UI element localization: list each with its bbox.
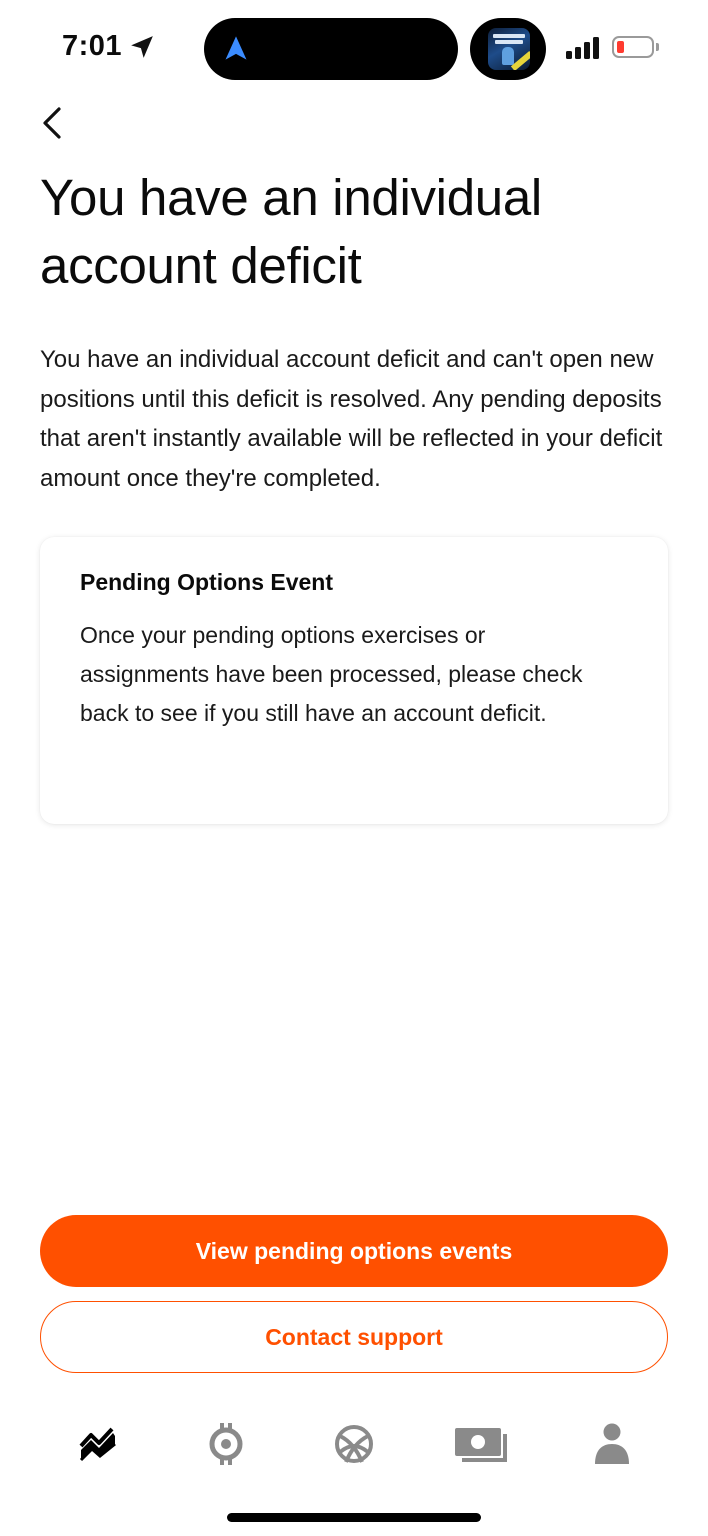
cash-card-icon <box>455 1428 507 1462</box>
tab-bar <box>0 1408 708 1480</box>
tab-investing[interactable] <box>62 1408 134 1480</box>
account-person-icon <box>595 1423 629 1464</box>
battery-low-icon <box>612 36 654 58</box>
status-bar: 7:01 <box>0 0 708 96</box>
tab-network[interactable] <box>318 1408 390 1480</box>
page-title: You have an individual account deficit <box>40 169 542 294</box>
tab-cash[interactable] <box>446 1408 518 1480</box>
home-indicator[interactable] <box>227 1513 481 1522</box>
chevron-left-icon <box>43 107 61 139</box>
tab-crypto[interactable] <box>190 1408 262 1480</box>
card-title: Pending Options Event <box>80 569 334 595</box>
pending-options-card: Pending Options Event Once your pending … <box>40 537 668 824</box>
network-icon <box>335 1425 373 1463</box>
signal-bars-icon <box>566 37 602 59</box>
contact-support-button[interactable]: Contact support <box>40 1301 668 1373</box>
navigation-app-icon <box>225 36 247 60</box>
crypto-icon <box>209 1423 243 1465</box>
back-button[interactable] <box>30 100 74 146</box>
view-pending-options-button[interactable]: View pending options events <box>40 1215 668 1287</box>
tab-account[interactable] <box>576 1408 648 1480</box>
investing-chart-icon <box>79 1427 116 1462</box>
now-playing-album-art <box>488 28 530 70</box>
card-body: Once your pending options exercises or a… <box>80 622 583 726</box>
status-time: 7:01 <box>62 30 123 62</box>
battery-tip <box>656 43 659 51</box>
location-arrow-icon <box>131 36 153 58</box>
deficit-description: You have an individual account deficit a… <box>40 346 663 492</box>
